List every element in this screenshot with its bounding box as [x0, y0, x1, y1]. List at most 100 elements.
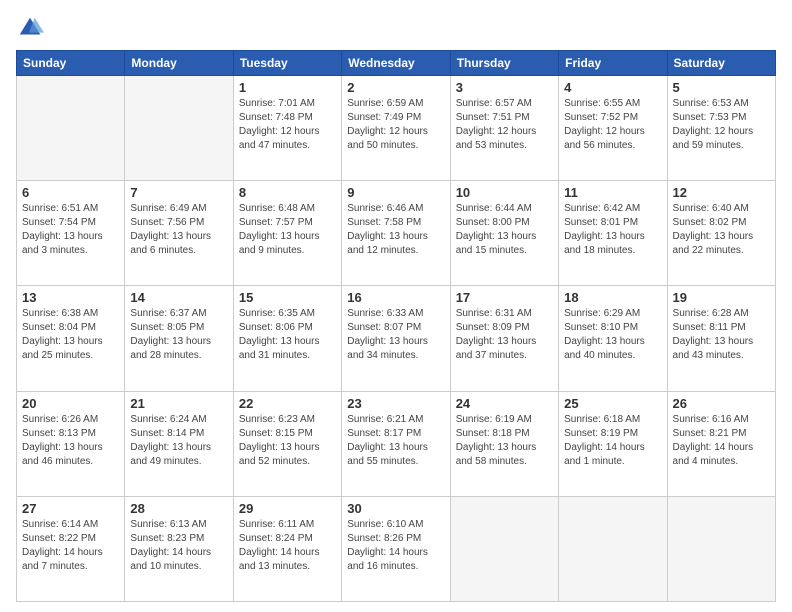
day-info: Sunrise: 6:53 AM Sunset: 7:53 PM Dayligh…: [673, 97, 770, 153]
calendar-cell: [450, 496, 558, 601]
day-info: Sunrise: 6:51 AM Sunset: 7:54 PM Dayligh…: [22, 202, 119, 258]
calendar-cell: 16 Sunrise: 6:33 AM Sunset: 8:07 PM Dayli…: [342, 286, 450, 391]
day-info: Sunrise: 6:28 AM Sunset: 8:11 PM Dayligh…: [673, 307, 770, 363]
day-info: Sunrise: 6:10 AM Sunset: 8:26 PM Dayligh…: [347, 518, 444, 574]
day-number: 16: [347, 290, 444, 305]
calendar-cell: 10 Sunrise: 6:44 AM Sunset: 8:00 PM Dayli…: [450, 181, 558, 286]
calendar-cell: 4Sunrise: 6:55 AM Sunset: 7:52 PM Daylig…: [559, 76, 667, 181]
day-info: Sunrise: 6:11 AM Sunset: 8:24 PM Dayligh…: [239, 518, 336, 574]
day-info: Sunrise: 6:23 AM Sunset: 8:15 PM Dayligh…: [239, 413, 336, 469]
calendar-cell: 17 Sunrise: 6:31 AM Sunset: 8:09 PM Dayli…: [450, 286, 558, 391]
calendar-cell: 8Sunrise: 6:48 AM Sunset: 7:57 PM Daylig…: [233, 181, 341, 286]
weekday-header-thursday: Thursday: [450, 51, 558, 76]
calendar-cell: 12Sunrise: 6:40 AM Sunset: 8:02 PM Dayli…: [667, 181, 775, 286]
calendar-table: SundayMondayTuesdayWednesdayThursdayFrid…: [16, 50, 776, 602]
day-info: Sunrise: 6:44 AM Sunset: 8:00 PM Dayligh…: [456, 202, 553, 258]
day-number: 28: [130, 501, 227, 516]
day-number: 8: [239, 185, 336, 200]
calendar-cell: 29 Sunrise: 6:11 AM Sunset: 8:24 PM Dayli…: [233, 496, 341, 601]
day-number: 10: [456, 185, 553, 200]
weekday-header-sunday: Sunday: [17, 51, 125, 76]
day-number: 15: [239, 290, 336, 305]
calendar-cell: 25 Sunrise: 6:18 AM Sunset: 8:19 PM Dayli…: [559, 391, 667, 496]
calendar-cell: 23 Sunrise: 6:21 AM Sunset: 8:17 PM Dayli…: [342, 391, 450, 496]
day-number: 7: [130, 185, 227, 200]
day-info: Sunrise: 6:18 AM Sunset: 8:19 PM Dayligh…: [564, 413, 661, 469]
calendar-week-3: 13 Sunrise: 6:38 AM Sunset: 8:04 PM Dayli…: [17, 286, 776, 391]
day-number: 5: [673, 80, 770, 95]
day-number: 3: [456, 80, 553, 95]
day-info: Sunrise: 7:01 AM Sunset: 7:48 PM Dayligh…: [239, 97, 336, 153]
day-number: 26: [673, 396, 770, 411]
calendar-cell: 18 Sunrise: 6:29 AM Sunset: 8:10 PM Dayli…: [559, 286, 667, 391]
day-number: 13: [22, 290, 119, 305]
day-info: Sunrise: 6:24 AM Sunset: 8:14 PM Dayligh…: [130, 413, 227, 469]
day-number: 21: [130, 396, 227, 411]
calendar-cell: 15 Sunrise: 6:35 AM Sunset: 8:06 PM Dayli…: [233, 286, 341, 391]
day-info: Sunrise: 6:42 AM Sunset: 8:01 PM Dayligh…: [564, 202, 661, 258]
day-number: 17: [456, 290, 553, 305]
calendar-cell: 30 Sunrise: 6:10 AM Sunset: 8:26 PM Dayli…: [342, 496, 450, 601]
calendar-cell: 27 Sunrise: 6:14 AM Sunset: 8:22 PM Dayli…: [17, 496, 125, 601]
day-number: 27: [22, 501, 119, 516]
day-info: Sunrise: 6:29 AM Sunset: 8:10 PM Dayligh…: [564, 307, 661, 363]
day-number: 30: [347, 501, 444, 516]
day-info: Sunrise: 6:57 AM Sunset: 7:51 PM Dayligh…: [456, 97, 553, 153]
calendar-cell: 11 Sunrise: 6:42 AM Sunset: 8:01 PM Dayli…: [559, 181, 667, 286]
day-info: Sunrise: 6:46 AM Sunset: 7:58 PM Dayligh…: [347, 202, 444, 258]
calendar-cell: 3 Sunrise: 6:57 AM Sunset: 7:51 PM Daylig…: [450, 76, 558, 181]
day-info: Sunrise: 6:59 AM Sunset: 7:49 PM Dayligh…: [347, 97, 444, 153]
day-number: 2: [347, 80, 444, 95]
weekday-header-friday: Friday: [559, 51, 667, 76]
calendar-cell: 2 Sunrise: 6:59 AM Sunset: 7:49 PM Daylig…: [342, 76, 450, 181]
day-info: Sunrise: 6:14 AM Sunset: 8:22 PM Dayligh…: [22, 518, 119, 574]
day-number: 29: [239, 501, 336, 516]
day-info: Sunrise: 6:31 AM Sunset: 8:09 PM Dayligh…: [456, 307, 553, 363]
day-number: 19: [673, 290, 770, 305]
weekday-header-tuesday: Tuesday: [233, 51, 341, 76]
day-info: Sunrise: 6:33 AM Sunset: 8:07 PM Dayligh…: [347, 307, 444, 363]
day-number: 6: [22, 185, 119, 200]
calendar-cell: 26 Sunrise: 6:16 AM Sunset: 8:21 PM Dayli…: [667, 391, 775, 496]
day-info: Sunrise: 6:49 AM Sunset: 7:56 PM Dayligh…: [130, 202, 227, 258]
calendar-week-4: 20 Sunrise: 6:26 AM Sunset: 8:13 PM Dayli…: [17, 391, 776, 496]
calendar-week-2: 6 Sunrise: 6:51 AM Sunset: 7:54 PM Daylig…: [17, 181, 776, 286]
calendar-cell: 28 Sunrise: 6:13 AM Sunset: 8:23 PM Dayli…: [125, 496, 233, 601]
calendar-cell: [17, 76, 125, 181]
calendar-week-1: 1Sunrise: 7:01 AM Sunset: 7:48 PM Daylig…: [17, 76, 776, 181]
calendar-cell: 19 Sunrise: 6:28 AM Sunset: 8:11 PM Dayli…: [667, 286, 775, 391]
calendar-cell: 6 Sunrise: 6:51 AM Sunset: 7:54 PM Daylig…: [17, 181, 125, 286]
calendar-cell: 14Sunrise: 6:37 AM Sunset: 8:05 PM Dayli…: [125, 286, 233, 391]
weekday-header-wednesday: Wednesday: [342, 51, 450, 76]
calendar-cell: 5 Sunrise: 6:53 AM Sunset: 7:53 PM Daylig…: [667, 76, 775, 181]
calendar-cell: 9Sunrise: 6:46 AM Sunset: 7:58 PM Daylig…: [342, 181, 450, 286]
day-info: Sunrise: 6:16 AM Sunset: 8:21 PM Dayligh…: [673, 413, 770, 469]
day-info: Sunrise: 6:35 AM Sunset: 8:06 PM Dayligh…: [239, 307, 336, 363]
day-info: Sunrise: 6:38 AM Sunset: 8:04 PM Dayligh…: [22, 307, 119, 363]
calendar-cell: 1Sunrise: 7:01 AM Sunset: 7:48 PM Daylig…: [233, 76, 341, 181]
calendar-cell: [559, 496, 667, 601]
calendar-cell: 24Sunrise: 6:19 AM Sunset: 8:18 PM Dayli…: [450, 391, 558, 496]
day-number: 18: [564, 290, 661, 305]
day-info: Sunrise: 6:21 AM Sunset: 8:17 PM Dayligh…: [347, 413, 444, 469]
day-number: 25: [564, 396, 661, 411]
calendar-cell: 7 Sunrise: 6:49 AM Sunset: 7:56 PM Daylig…: [125, 181, 233, 286]
day-info: Sunrise: 6:26 AM Sunset: 8:13 PM Dayligh…: [22, 413, 119, 469]
weekday-header-row: SundayMondayTuesdayWednesdayThursdayFrid…: [17, 51, 776, 76]
page: SundayMondayTuesdayWednesdayThursdayFrid…: [0, 0, 792, 612]
calendar-cell: 22 Sunrise: 6:23 AM Sunset: 8:15 PM Dayli…: [233, 391, 341, 496]
day-number: 22: [239, 396, 336, 411]
day-number: 11: [564, 185, 661, 200]
day-number: 23: [347, 396, 444, 411]
calendar-cell: [667, 496, 775, 601]
weekday-header-monday: Monday: [125, 51, 233, 76]
weekday-header-saturday: Saturday: [667, 51, 775, 76]
day-number: 20: [22, 396, 119, 411]
logo-icon: [16, 14, 44, 42]
day-info: Sunrise: 6:55 AM Sunset: 7:52 PM Dayligh…: [564, 97, 661, 153]
day-info: Sunrise: 6:13 AM Sunset: 8:23 PM Dayligh…: [130, 518, 227, 574]
logo: [16, 14, 48, 42]
day-number: 14: [130, 290, 227, 305]
day-info: Sunrise: 6:40 AM Sunset: 8:02 PM Dayligh…: [673, 202, 770, 258]
calendar-cell: 20 Sunrise: 6:26 AM Sunset: 8:13 PM Dayli…: [17, 391, 125, 496]
